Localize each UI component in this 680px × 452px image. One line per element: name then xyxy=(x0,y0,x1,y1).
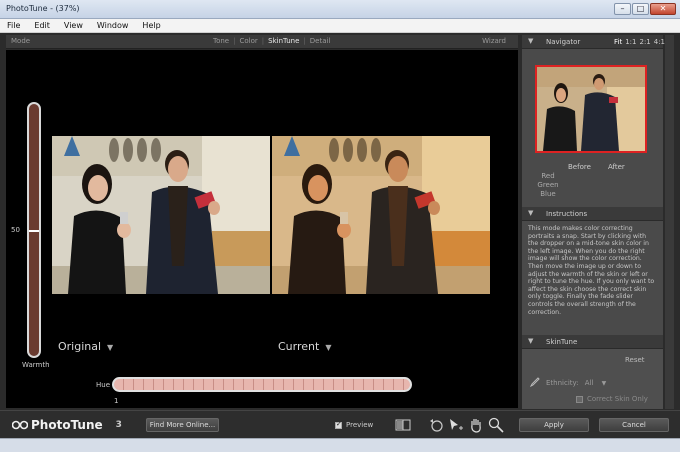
zoom-fit[interactable]: Fit xyxy=(614,38,622,46)
wizard-button[interactable]: Wizard xyxy=(482,37,506,45)
status-bar xyxy=(0,438,680,452)
rotate-icon[interactable] xyxy=(428,417,444,433)
collapse-triangle-icon: ▼ xyxy=(528,37,534,45)
tab-separator: | xyxy=(261,37,265,45)
warmth-label: Warmth xyxy=(22,361,50,369)
hand-icon[interactable] xyxy=(468,417,484,433)
mode-tabs: Tone | Color | SkinTune | Detail xyxy=(213,37,330,45)
minimize-button[interactable]: – xyxy=(614,3,631,15)
tab-separator: | xyxy=(303,37,306,45)
menu-window[interactable]: Window xyxy=(97,19,129,32)
zoom-4-1[interactable]: 4:1 xyxy=(654,38,665,46)
mode-bar: Mode Tone | Color | SkinTune | Detail Wi… xyxy=(6,35,518,49)
after-label: After xyxy=(608,163,625,171)
original-label: Original xyxy=(58,340,102,353)
blue-label: Blue xyxy=(540,190,556,198)
original-image[interactable] xyxy=(52,136,270,294)
navigator-photo-graphic xyxy=(537,67,645,151)
correct-skin-only-toggle[interactable]: Correct Skin Only xyxy=(576,395,648,403)
menu-edit[interactable]: Edit xyxy=(34,19,50,32)
navigator-zoom: Fit 1:1 2:1 4:1 xyxy=(614,38,665,46)
skintune-body: Reset Ethnicity: All ▼ Correct Skin Only xyxy=(522,349,663,409)
skintune-title: SkinTune xyxy=(546,338,578,346)
maximize-button[interactable]: □ xyxy=(632,3,649,15)
right-panel: ▼ Navigator Fit 1:1 2:1 4:1 Before After… xyxy=(522,35,665,409)
tab-tone[interactable]: Tone xyxy=(213,37,229,45)
menu-view[interactable]: View xyxy=(64,19,83,32)
tab-detail[interactable]: Detail xyxy=(310,37,331,45)
reset-button[interactable]: Reset xyxy=(622,355,648,365)
current-image[interactable] xyxy=(272,136,490,294)
collapse-triangle-icon: ▼ xyxy=(528,337,534,345)
dropper-move-icon[interactable] xyxy=(448,417,464,433)
phototune-logo: PhotoTune 3 xyxy=(12,418,122,432)
instructions-header[interactable]: ▼ Instructions xyxy=(522,207,663,221)
current-photo-graphic xyxy=(272,136,490,294)
panel-scrollbar[interactable] xyxy=(665,35,674,409)
red-label: Red xyxy=(541,172,555,180)
instructions-title: Instructions xyxy=(546,210,588,218)
menu-file[interactable]: File xyxy=(7,19,20,32)
original-photo-graphic xyxy=(52,136,270,294)
zoom-2-1[interactable]: 2:1 xyxy=(639,38,650,46)
instructions-text: This mode makes color correcting portrai… xyxy=(528,225,655,316)
chevron-down-icon: ▼ xyxy=(325,343,332,352)
chevron-down-icon: ▼ xyxy=(107,343,114,352)
original-view-dropdown[interactable]: Original ▼ xyxy=(58,340,113,353)
mode-label: Mode xyxy=(11,37,31,45)
ethnicity-value: All xyxy=(584,379,594,387)
window-title: PhotoTune - (37%) xyxy=(6,4,80,13)
zoom-icon[interactable] xyxy=(488,417,504,433)
tab-skintune[interactable]: SkinTune xyxy=(268,37,299,45)
warmth-slider-handle[interactable] xyxy=(29,230,39,232)
preview-checkbox[interactable] xyxy=(335,420,342,429)
menu-help[interactable]: Help xyxy=(142,19,160,32)
navigator-header[interactable]: ▼ Navigator Fit 1:1 2:1 4:1 xyxy=(522,35,665,49)
warmth-slider[interactable] xyxy=(27,102,41,358)
ethnicity-label: Ethnicity: xyxy=(546,379,579,387)
logo-text: PhotoTune xyxy=(31,418,103,432)
hue-value: 1 xyxy=(114,397,119,405)
current-label: Current xyxy=(278,340,320,353)
zoom-1-1[interactable]: 1:1 xyxy=(625,38,636,46)
image-canvas: 50 Warmth Original ▼ Current ▼ Hue 1 xyxy=(6,50,518,408)
version-number: 3 xyxy=(115,420,122,430)
window-controls: – □ ✕ xyxy=(614,3,676,15)
preview-label: Preview xyxy=(346,421,374,429)
correct-skin-only-label: Correct Skin Only xyxy=(587,395,648,403)
chevron-down-icon: ▼ xyxy=(601,380,607,387)
hue-label: Hue xyxy=(96,381,111,389)
tab-color[interactable]: Color xyxy=(239,37,257,45)
find-more-online-button[interactable]: Find More Online... xyxy=(146,418,219,432)
ethnicity-select[interactable]: Ethnicity: All ▼ xyxy=(546,379,606,387)
eyedropper-icon[interactable] xyxy=(530,377,540,387)
hue-slider[interactable] xyxy=(112,377,412,392)
navigator-title: Navigator xyxy=(546,38,581,46)
before-label: Before xyxy=(568,163,591,171)
green-label: Green xyxy=(537,181,559,189)
collapse-triangle-icon: ▼ xyxy=(528,209,534,217)
phototune-window: PhotoTune - (37%) – □ ✕ File Edit View W… xyxy=(0,0,680,452)
preview-toggle[interactable]: Preview xyxy=(335,420,374,429)
close-window-button[interactable]: ✕ xyxy=(650,3,676,15)
bottom-bar: PhotoTune 3 Find More Online... Preview xyxy=(0,410,680,438)
logo-icon xyxy=(12,420,28,430)
current-view-dropdown[interactable]: Current ▼ xyxy=(278,340,331,353)
warmth-value: 50 xyxy=(11,226,20,234)
correct-skin-only-checkbox[interactable] xyxy=(576,395,583,403)
menu-bar: File Edit View Window Help xyxy=(0,19,680,33)
title-bar: PhotoTune - (37%) – □ ✕ xyxy=(0,0,680,19)
navigator-thumbnail[interactable] xyxy=(535,65,647,153)
skintune-header[interactable]: ▼ SkinTune xyxy=(522,335,663,349)
rgb-readout: Red Green Blue xyxy=(536,172,560,199)
cancel-button[interactable]: Cancel xyxy=(599,418,669,432)
apply-button[interactable]: Apply xyxy=(519,418,589,432)
split-view-icon[interactable] xyxy=(395,417,411,433)
tab-separator: | xyxy=(233,37,236,45)
